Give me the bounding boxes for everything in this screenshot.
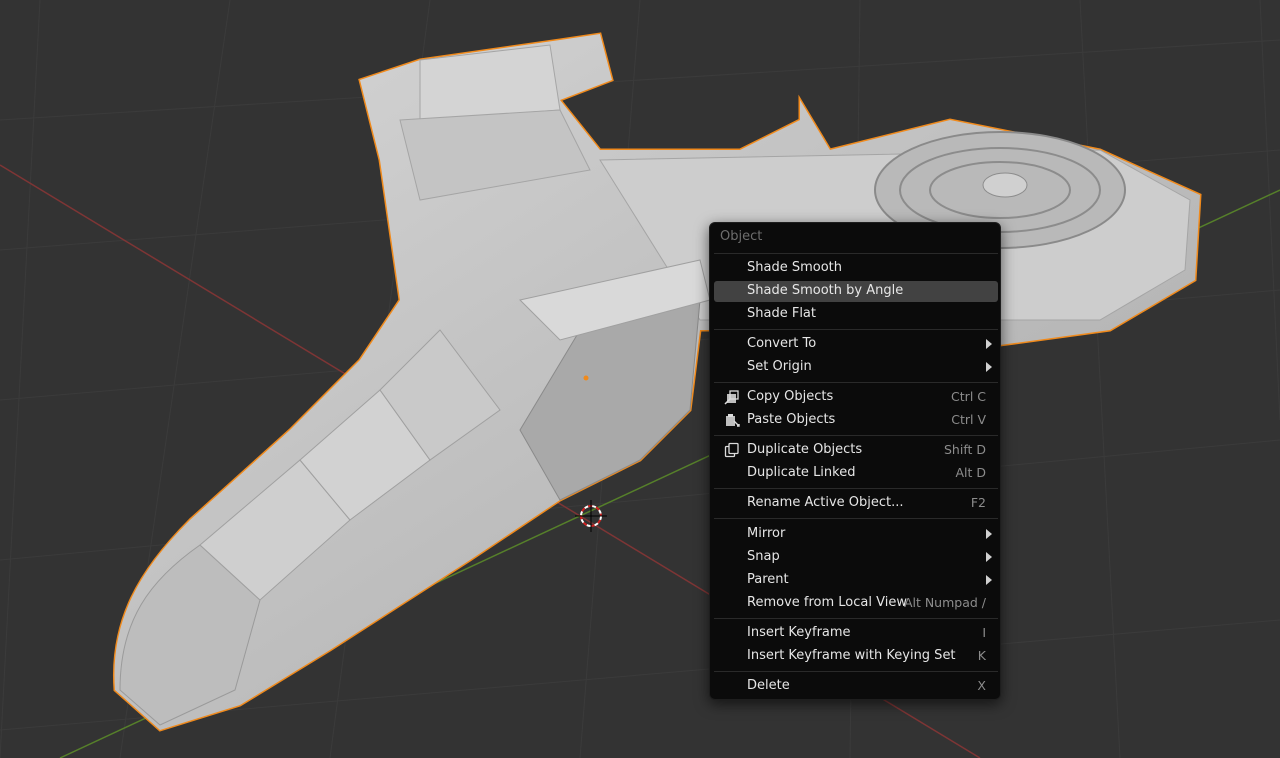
menu-item-shortcut: Alt Numpad / xyxy=(903,595,986,610)
copy-icon xyxy=(724,390,739,405)
menu-item-paste-objects[interactable]: Paste Objects Ctrl V xyxy=(714,410,998,431)
menu-item-insert-keyframe-with-keying-set[interactable]: Insert Keyframe with Keying Set K xyxy=(714,646,998,667)
menu-item-shortcut: Ctrl C xyxy=(951,389,986,404)
menu-item-label: Shade Smooth xyxy=(747,260,842,275)
menu-item-rename-active-object[interactable]: Rename Active Object... F2 xyxy=(714,493,998,514)
menu-item-label: Rename Active Object... xyxy=(747,495,904,510)
menu-item-shortcut: X xyxy=(977,678,986,693)
menu-item-delete[interactable]: Delete X xyxy=(714,676,998,697)
menu-item-label: Duplicate Linked xyxy=(747,465,856,480)
menu-separator xyxy=(714,253,998,254)
menu-item-convert-to[interactable]: Convert To xyxy=(714,334,998,355)
menu-separator xyxy=(714,329,998,330)
menu-item-label: Paste Objects xyxy=(747,412,836,427)
menu-item-label: Parent xyxy=(747,572,789,587)
menu-item-shortcut: Shift D xyxy=(943,442,986,457)
menu-item-remove-from-local-view[interactable]: Remove from Local View Alt Numpad / xyxy=(714,593,998,614)
submenu-arrow-icon xyxy=(986,529,992,539)
menu-item-label: Copy Objects xyxy=(747,389,834,404)
menu-item-shortcut: Ctrl V xyxy=(951,412,986,427)
menu-item-shortcut: I xyxy=(982,625,986,640)
menu-item-shade-smooth-by-angle[interactable]: Shade Smooth by Angle xyxy=(714,281,998,302)
menu-separator xyxy=(714,518,998,519)
viewport-canvas[interactable] xyxy=(0,0,1280,758)
menu-item-label: Shade Smooth by Angle xyxy=(747,283,904,298)
menu-separator xyxy=(714,382,998,383)
menu-item-label: Shade Flat xyxy=(747,306,816,321)
duplicate-icon xyxy=(724,442,739,458)
menu-separator xyxy=(714,618,998,619)
menu-item-snap[interactable]: Snap xyxy=(714,547,998,568)
paste-icon xyxy=(726,414,740,427)
object-context-menu: Object Shade Smooth Shade Smooth by Angl… xyxy=(709,222,1001,700)
menu-item-label: Set Origin xyxy=(747,359,812,374)
spaceship-model[interactable] xyxy=(112,32,1202,732)
menu-item-label: Snap xyxy=(747,549,780,564)
menu-separator xyxy=(714,671,998,672)
menu-item-mirror[interactable]: Mirror xyxy=(714,524,998,545)
menu-item-label: Delete xyxy=(747,678,790,693)
menu-item-shortcut: Alt D xyxy=(955,465,986,480)
submenu-arrow-icon xyxy=(986,362,992,372)
menu-separator xyxy=(714,488,998,489)
3d-viewport[interactable] xyxy=(0,0,1280,758)
menu-item-label: Remove from Local View xyxy=(747,595,907,610)
menu-item-label: Convert To xyxy=(747,336,817,351)
menu-item-label: Insert Keyframe with Keying Set xyxy=(747,648,956,663)
menu-item-shade-smooth[interactable]: Shade Smooth xyxy=(714,258,998,279)
menu-separator xyxy=(714,435,998,436)
menu-item-parent[interactable]: Parent xyxy=(714,570,998,591)
menu-item-shortcut: F2 xyxy=(970,495,986,510)
menu-item-label: Insert Keyframe xyxy=(747,625,851,640)
menu-item-duplicate-linked[interactable]: Duplicate Linked Alt D xyxy=(714,463,998,484)
menu-item-label: Mirror xyxy=(747,526,786,541)
menu-item-label: Duplicate Objects xyxy=(747,442,863,457)
submenu-arrow-icon xyxy=(986,575,992,585)
submenu-arrow-icon xyxy=(986,552,992,562)
menu-item-copy-objects[interactable]: Copy Objects Ctrl C xyxy=(714,387,998,408)
menu-item-duplicate-objects[interactable]: Duplicate Objects Shift D xyxy=(714,440,998,461)
menu-item-shade-flat[interactable]: Shade Flat xyxy=(714,304,998,325)
menu-item-set-origin[interactable]: Set Origin xyxy=(714,357,998,378)
menu-item-insert-keyframe[interactable]: Insert Keyframe I xyxy=(714,623,998,644)
menu-item-shortcut: K xyxy=(977,648,986,663)
menu-title: Object xyxy=(720,229,763,244)
submenu-arrow-icon xyxy=(986,339,992,349)
